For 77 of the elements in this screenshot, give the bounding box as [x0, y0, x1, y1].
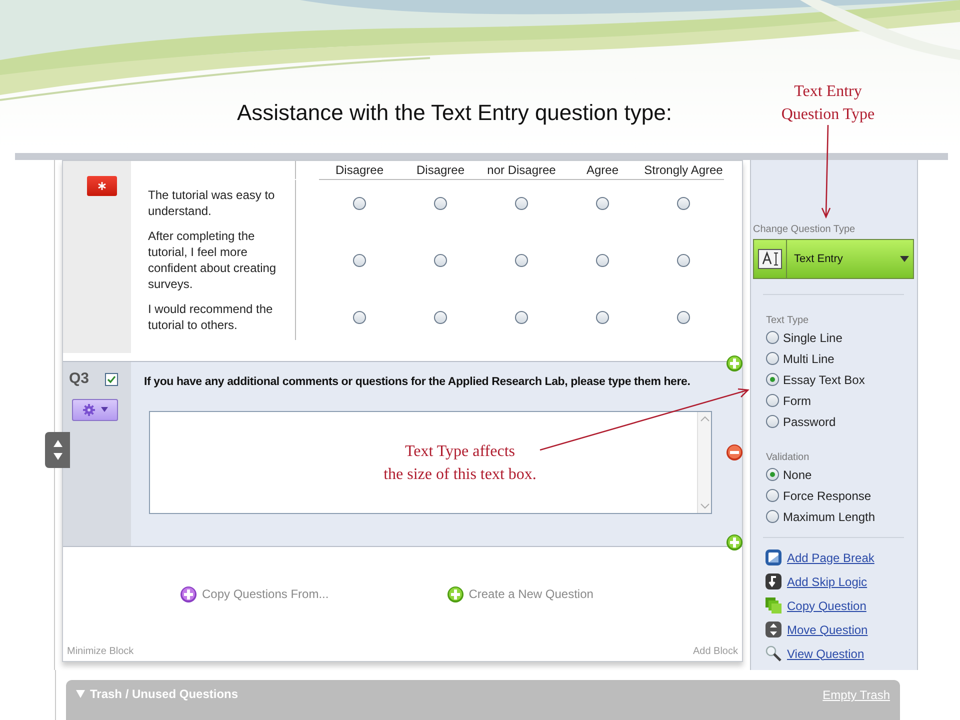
radio-button[interactable]: [434, 310, 447, 324]
text-cursor-icon: [758, 249, 782, 269]
create-question-link[interactable]: Create a New Question: [468, 585, 594, 603]
caret-icon: [100, 407, 108, 412]
annotation-text: Question Type: [781, 105, 875, 125]
radio-label: Force Response: [783, 488, 872, 504]
statement-text: After completing the tutorial, I feel more confident about creating surveys.: [148, 228, 278, 292]
question-number: Q3: [69, 369, 90, 389]
asterisk-icon: [98, 182, 106, 190]
move-handle[interactable]: [45, 432, 70, 468]
panel-link[interactable]: Add Page Break: [787, 548, 874, 566]
radio-button[interactable]: [515, 254, 528, 266]
panel-link[interactable]: Copy Question: [787, 596, 866, 614]
radio-button[interactable]: [434, 254, 447, 266]
up-down-icon: [765, 621, 782, 638]
question-text: If you have any additional comments or questions for the Applied Research Lab, please type them here.: [144, 375, 692, 390]
statement-text: The tutorial was easy to understand.: [148, 187, 276, 219]
panel-link[interactable]: Add Skip Logic: [787, 572, 868, 590]
group-label: Validation: [766, 452, 810, 464]
page-icon: [765, 549, 782, 566]
radio-button[interactable]: [766, 510, 779, 523]
caret-icon: [900, 256, 909, 262]
settings-icon: [82, 404, 94, 416]
field-label: Change Question Type: [753, 223, 856, 237]
annotation-text: Text Type affects: [404, 442, 515, 462]
column-header: Strongly Agree: [643, 161, 724, 180]
panel-link[interactable]: Move Question: [787, 620, 868, 638]
column-header: Disagree: [319, 161, 400, 180]
radio-button[interactable]: [766, 489, 779, 502]
radio-button[interactable]: [434, 196, 447, 210]
radio-button[interactable]: [766, 415, 779, 428]
radio-button[interactable]: [596, 254, 609, 266]
radio-label: Multi Line: [783, 350, 834, 368]
radio-button[interactable]: [766, 394, 779, 407]
radio-label: Single Line: [783, 330, 842, 346]
annotation-text: Text Entry: [794, 82, 862, 102]
magnifier-icon: [765, 645, 782, 662]
trash-title: Trash / Unused Questions: [90, 686, 238, 703]
radio-button[interactable]: [766, 331, 779, 344]
radio-button[interactable]: [353, 254, 366, 266]
radio-button[interactable]: [677, 196, 690, 210]
question-type-dropdown[interactable]: Text Entry: [753, 239, 914, 279]
gear-dropdown-button[interactable]: [72, 398, 118, 420]
panel-link[interactable]: View Question: [787, 644, 864, 662]
radio-button[interactable]: [596, 310, 609, 324]
remove-icon[interactable]: [726, 444, 743, 461]
radio-button[interactable]: [515, 310, 528, 324]
radio-label: Maximum Length: [783, 508, 876, 526]
check-icon: [107, 374, 116, 384]
add-icon[interactable]: [726, 534, 743, 551]
radio-button[interactable]: [515, 196, 528, 210]
add-icon[interactable]: [446, 586, 464, 602]
radio-label: Essay Text Box: [783, 372, 865, 388]
add-icon[interactable]: [180, 586, 197, 602]
column-header: Agree: [562, 161, 643, 180]
radio-label: Password: [783, 414, 836, 430]
essay-text-field[interactable]: [149, 411, 712, 514]
column-header: Disagree: [400, 161, 481, 180]
group-label: Text Type: [766, 315, 810, 327]
column-header: nor Disagree: [481, 161, 562, 180]
statement-text: I would recommend the tutorial to others.: [148, 301, 274, 333]
radio-label: Form: [783, 392, 811, 410]
copy-icon: [765, 597, 782, 614]
radio-button[interactable]: [766, 468, 779, 481]
radio-label: None: [783, 466, 812, 484]
radio-button[interactable]: [766, 373, 779, 386]
radio-button[interactable]: [353, 310, 366, 324]
radio-button[interactable]: [766, 352, 779, 365]
checkbox[interactable]: [105, 372, 118, 386]
copy-questions-link[interactable]: Copy Questions From...: [202, 585, 329, 603]
radio-button[interactable]: [353, 196, 366, 210]
slide-title: Assistance with the Text Entry question type:: [237, 99, 672, 127]
radio-button[interactable]: [677, 310, 690, 324]
annotation-text: the size of this text box.: [384, 465, 536, 485]
radio-button[interactable]: [596, 196, 609, 210]
add-icon[interactable]: [726, 355, 743, 372]
radio-button[interactable]: [677, 254, 690, 266]
